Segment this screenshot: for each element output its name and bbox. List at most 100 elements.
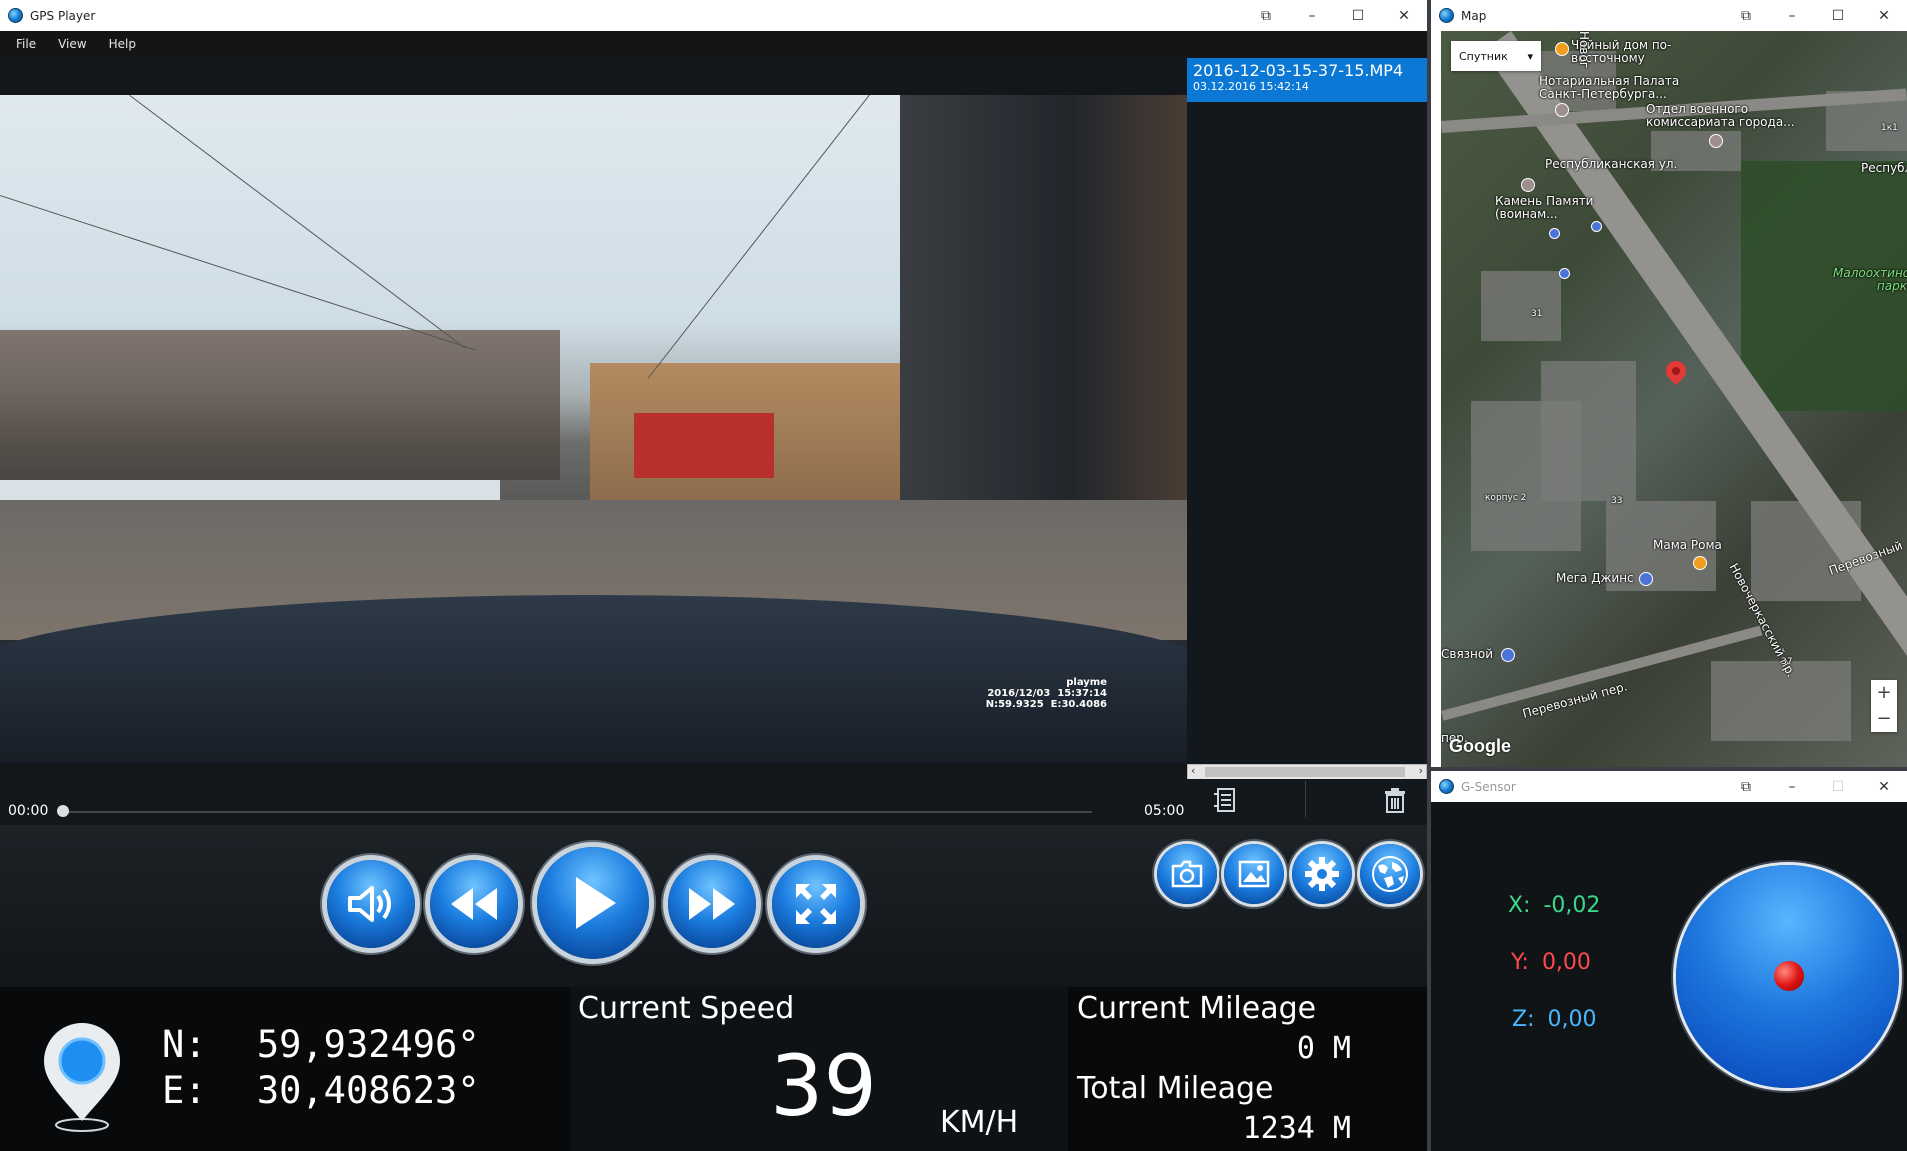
volume-button[interactable] — [327, 860, 415, 948]
minimize-button[interactable]: – — [1289, 8, 1335, 24]
scroll-left-icon[interactable]: ‹ — [1191, 764, 1195, 777]
window-title: GPS Player — [30, 8, 96, 23]
trash-icon[interactable] — [1382, 786, 1408, 818]
zoom-out-button[interactable]: − — [1871, 706, 1897, 732]
map-building — [1481, 271, 1561, 341]
overlay-coords: N:59.9325 E:30.4086 — [985, 699, 1107, 710]
map-type-select[interactable]: Спутник ▾ — [1451, 41, 1541, 71]
camera-icon — [1171, 860, 1203, 888]
rewind-button[interactable] — [430, 860, 518, 948]
map-window-title: Map — [1461, 8, 1487, 23]
overlay-datetime: 2016/12/03 15:37:14 — [987, 688, 1107, 699]
gear-icon — [1305, 857, 1339, 891]
time-total: 05:00 — [1144, 803, 1185, 819]
seek-knob[interactable] — [57, 805, 69, 817]
gsensor-position-dot — [1774, 961, 1804, 991]
play-button[interactable] — [537, 847, 649, 959]
map-button[interactable] — [1360, 844, 1420, 904]
app-globe-icon — [8, 8, 23, 23]
video-scene-buildings-left — [0, 330, 560, 480]
video-scene-wire — [0, 195, 476, 351]
current-position-marker-icon — [1661, 356, 1691, 386]
military-office-poi-icon — [1709, 134, 1723, 148]
maximize-button[interactable]: ☐ — [1335, 8, 1381, 24]
latitude-value: 59,932496° — [256, 1023, 480, 1066]
main-titlebar: GPS Player ⧉ – ☐ ✕ — [0, 0, 1427, 31]
overlay-brand: playme — [1066, 677, 1107, 688]
map-minimize-button[interactable]: – — [1769, 8, 1815, 24]
close-button[interactable]: ✕ — [1381, 8, 1427, 24]
playlist-list-icon[interactable] — [1212, 786, 1238, 818]
map-view[interactable]: Спутник ▾ Чайный дом по-восточному Нотар… — [1441, 31, 1907, 767]
playlist-horizontal-scrollbar[interactable]: ‹ › — [1187, 764, 1427, 780]
transit-poi-icon — [1559, 268, 1570, 279]
map-label-house-33: 33 — [1611, 496, 1623, 506]
fast-forward-icon — [689, 888, 735, 920]
map-label-svyaznoy: Связной — [1441, 647, 1494, 661]
transit-poi-icon — [1591, 221, 1602, 232]
map-label-house-31: 31 — [1531, 309, 1543, 319]
fullscreen-button[interactable] — [772, 860, 860, 948]
map-label-mega-jeans: Мега Джинс — [1556, 571, 1634, 585]
gsensor-x-value: -0,02 — [1543, 893, 1601, 918]
gallery-button[interactable] — [1224, 844, 1284, 904]
map-label-house-1k1: 1к1 — [1881, 123, 1898, 133]
image-gallery-icon — [1238, 860, 1270, 888]
map-app-icon — [1439, 8, 1454, 23]
restaurant-poi-icon — [1555, 42, 1569, 56]
chevron-down-icon: ▾ — [1527, 49, 1533, 63]
gsensor-y-label: Y: — [1511, 950, 1529, 975]
gsensor-minimize-button[interactable]: – — [1769, 779, 1815, 795]
current-mileage-label: Current Mileage — [1077, 991, 1317, 1026]
current-speed-value: 39 — [770, 1037, 877, 1135]
fast-forward-button[interactable] — [668, 860, 756, 948]
map-close-button[interactable]: ✕ — [1861, 8, 1907, 24]
gsensor-z-label: Z: — [1512, 1007, 1535, 1032]
zoom-in-button[interactable]: + — [1871, 680, 1897, 706]
google-logo: Google — [1449, 736, 1511, 756]
restore-extra-icon[interactable]: ⧉ — [1243, 8, 1289, 24]
map-label-house-37: 37 — [1781, 657, 1793, 667]
fullscreen-icon — [796, 884, 836, 924]
gsensor-restore-extra-icon[interactable]: ⧉ — [1723, 779, 1769, 795]
menu-file[interactable]: File — [16, 37, 36, 51]
menu-bar: File View Help — [0, 31, 1427, 56]
gsensor-window-title: G-Sensor — [1461, 779, 1516, 794]
gsensor-maximize-button[interactable]: ☐ — [1815, 779, 1861, 795]
gsensor-z-row: Z: 0,00 — [1512, 1007, 1596, 1032]
map-label-building-corpus: корпус 2 — [1485, 493, 1527, 503]
scroll-right-icon[interactable]: › — [1419, 764, 1423, 777]
longitude-value: 30,408623° — [256, 1069, 480, 1112]
shop-poi-icon — [1501, 648, 1515, 662]
settings-button[interactable] — [1292, 844, 1352, 904]
gsensor-y-value: 0,00 — [1541, 950, 1591, 975]
gsensor-app-icon — [1439, 779, 1454, 794]
rewind-icon — [451, 888, 497, 920]
map-building — [1711, 661, 1851, 741]
map-label-military-office: Отдел военного комиссариата города... — [1646, 102, 1795, 129]
seek-track[interactable] — [60, 811, 1092, 813]
menu-help[interactable]: Help — [109, 37, 136, 51]
total-mileage-label: Total Mileage — [1077, 1071, 1274, 1106]
total-mileage-value: 1234 M — [1242, 1111, 1351, 1146]
map-label-notary: Нотариальная Палата Санкт-Петербурга... — [1539, 74, 1680, 101]
current-mileage-value: 0 M — [1296, 1031, 1351, 1066]
map-maximize-button[interactable]: ☐ — [1815, 8, 1861, 24]
location-pin-icon — [40, 1021, 124, 1137]
gsensor-titlebar: G-Sensor ⧉ – ☐ ✕ — [1431, 771, 1907, 802]
map-label-mama-roma: Мама Рома — [1653, 538, 1722, 552]
screenshot-button[interactable] — [1157, 844, 1217, 904]
map-restore-extra-icon[interactable]: ⧉ — [1723, 8, 1769, 24]
video-scene-wire — [647, 95, 870, 379]
shop-poi-icon — [1639, 572, 1653, 586]
speed-panel: Current Speed 39 KM/H — [570, 987, 1068, 1151]
video-frame[interactable]: playme 2016/12/03 15:37:14 N:59.9325 E:3… — [0, 95, 1187, 763]
video-scene-wire — [129, 95, 466, 349]
menu-view[interactable]: View — [58, 37, 86, 51]
restaurant-poi-icon — [1693, 556, 1707, 570]
playlist-item[interactable]: 2016-12-03-15-37-15.MP4 03.12.2016 15:42… — [1187, 58, 1427, 102]
time-current: 00:00 — [8, 803, 49, 819]
scrollbar-thumb[interactable] — [1205, 767, 1405, 777]
playlist-toolbar — [1187, 779, 1427, 821]
gsensor-close-button[interactable]: ✕ — [1861, 779, 1907, 795]
